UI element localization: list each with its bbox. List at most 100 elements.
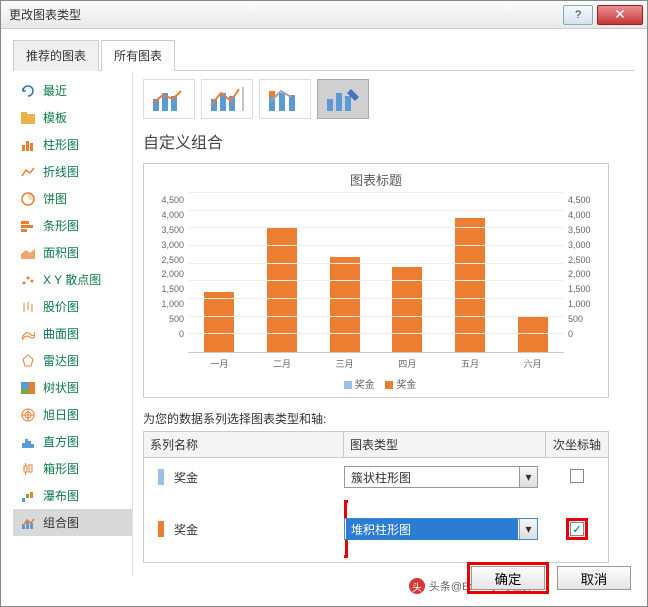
sidebar-item-radar[interactable]: 雷达图 xyxy=(13,347,132,374)
chart-bar xyxy=(330,257,360,352)
pie-icon xyxy=(19,192,37,206)
header-secondary-axis: 次坐标轴 xyxy=(546,432,608,457)
line-icon xyxy=(19,165,37,179)
help-button[interactable]: ? xyxy=(563,5,593,25)
sidebar-item-treemap[interactable]: 树状图 xyxy=(13,374,132,401)
y-axis-left: 4,5004,0003,5003,0002,5002,0001,5001,000… xyxy=(154,193,188,353)
chart-bar xyxy=(455,218,485,352)
sidebar-item-label: 瀑布图 xyxy=(43,487,79,504)
sidebar-item-line[interactable]: 折线图 xyxy=(13,158,132,185)
dialog-window: 更改图表类型 ? ✕ 推荐的图表 所有图表 最近模板柱形图折线图饼图条形图面积图… xyxy=(0,0,648,607)
sidebar-item-label: 旭日图 xyxy=(43,406,79,423)
content-area: 推荐的图表 所有图表 最近模板柱形图折线图饼图条形图面积图 X Y 散点图股价图曲… xyxy=(1,29,647,606)
header-chart-type: 图表类型 xyxy=(344,432,546,457)
main-panel: 自定义组合 图表标题 4,5004,0003,5003,0002,5002,00… xyxy=(133,71,635,576)
sidebar-item-recent[interactable]: 最近 xyxy=(13,77,132,104)
tab-recommended[interactable]: 推荐的图表 xyxy=(13,40,99,71)
series-row: 奖金 堆积柱形图▾ xyxy=(144,496,608,562)
combo-subtype-2[interactable] xyxy=(201,79,253,119)
header-series-name: 系列名称 xyxy=(144,432,344,457)
sidebar-item-bar[interactable]: 条形图 xyxy=(13,212,132,239)
recent-icon xyxy=(19,84,37,98)
window-controls: ? ✕ xyxy=(563,5,647,25)
scatter-icon xyxy=(19,273,37,287)
sidebar-item-label: 组合图 xyxy=(43,514,79,531)
sidebar-item-label: 树状图 xyxy=(43,379,79,396)
legend-swatch-1 xyxy=(344,381,352,389)
x-axis-labels: 一月二月三月四月五月六月 xyxy=(188,357,564,370)
series-color-swatch xyxy=(158,521,164,537)
area-icon xyxy=(19,246,37,260)
chart-type-highlight: 堆积柱形图▾ xyxy=(344,500,538,558)
section-title: 自定义组合 xyxy=(143,129,625,153)
series-table: 系列名称 图表类型 次坐标轴 奖金 簇状柱形图▾ 奖金 堆积柱形图▾ xyxy=(143,431,609,563)
series-name: 奖金 xyxy=(174,469,344,486)
sidebar-item-area[interactable]: 面积图 xyxy=(13,239,132,266)
sidebar-item-stock[interactable]: 股价图 xyxy=(13,293,132,320)
sidebar-item-histogram[interactable]: 直方图 xyxy=(13,428,132,455)
y-axis-right: 4,5004,0003,5003,0002,5002,0001,5001,000… xyxy=(564,193,598,353)
combo-subtype-3[interactable] xyxy=(259,79,311,119)
sidebar-item-label: 最近 xyxy=(43,82,67,99)
surface-icon xyxy=(19,327,37,341)
sidebar-item-box[interactable]: 箱形图 xyxy=(13,455,132,482)
sidebar-item-label: 直方图 xyxy=(43,433,79,450)
dialog-body: 最近模板柱形图折线图饼图条形图面积图 X Y 散点图股价图曲面图雷达图树状图旭日图… xyxy=(13,71,635,576)
ok-button[interactable]: 确定 xyxy=(471,566,545,590)
combo-subtype-row xyxy=(143,79,625,119)
tab-all-charts[interactable]: 所有图表 xyxy=(101,40,175,71)
sidebar-item-label: 柱形图 xyxy=(43,136,79,153)
secondary-axis-checkbox[interactable] xyxy=(570,522,584,536)
sidebar-item-waterfall[interactable]: 瀑布图 xyxy=(13,482,132,509)
ok-highlight: 确定 xyxy=(467,562,549,594)
chart-area: 4,5004,0003,5003,0002,5002,0001,5001,000… xyxy=(154,193,598,353)
box-icon xyxy=(19,462,37,476)
template-icon xyxy=(19,111,37,125)
sidebar-item-pie[interactable]: 饼图 xyxy=(13,185,132,212)
sidebar-item-sunburst[interactable]: 旭日图 xyxy=(13,401,132,428)
sidebar-item-label: 雷达图 xyxy=(43,352,79,369)
sidebar-item-label: 折线图 xyxy=(43,163,79,180)
tab-bar: 推荐的图表 所有图表 xyxy=(13,39,635,71)
chevron-down-icon[interactable]: ▾ xyxy=(519,519,537,539)
sidebar-item-combo[interactable]: 组合图 xyxy=(13,509,132,536)
chevron-down-icon[interactable]: ▾ xyxy=(519,467,537,487)
secondary-axis-checkbox[interactable] xyxy=(570,469,584,483)
sidebar-item-column[interactable]: 柱形图 xyxy=(13,131,132,158)
dropdown-text: 堆积柱形图 xyxy=(346,519,518,540)
dialog-footer: 确定 取消 xyxy=(467,562,631,594)
legend-label-1: 奖金 xyxy=(355,380,375,391)
sidebar-item-label: 面积图 xyxy=(43,244,79,261)
waterfall-icon xyxy=(19,489,37,503)
combo-subtype-custom[interactable] xyxy=(317,79,369,119)
sidebar-item-scatter[interactable]: X Y 散点图 xyxy=(13,266,132,293)
sidebar-item-label: 饼图 xyxy=(43,190,67,207)
sidebar-item-label: 模板 xyxy=(43,109,67,126)
series-table-header: 系列名称 图表类型 次坐标轴 xyxy=(144,432,608,458)
window-title: 更改图表类型 xyxy=(9,6,563,23)
chart-title: 图表标题 xyxy=(154,170,598,189)
sidebar-item-template[interactable]: 模板 xyxy=(13,104,132,131)
series-row: 奖金 簇状柱形图▾ xyxy=(144,458,608,496)
chart-type-dropdown[interactable]: 堆积柱形图▾ xyxy=(344,518,538,540)
chart-type-dropdown[interactable]: 簇状柱形图▾ xyxy=(344,466,538,488)
sidebar-item-surface[interactable]: 曲面图 xyxy=(13,320,132,347)
titlebar: 更改图表类型 ? ✕ xyxy=(1,1,647,29)
bar-icon xyxy=(19,219,37,233)
combo-subtype-1[interactable] xyxy=(143,79,195,119)
watermark-icon: 头 xyxy=(409,578,425,594)
close-button[interactable]: ✕ xyxy=(597,5,643,25)
dropdown-text: 簇状柱形图 xyxy=(345,469,519,486)
chart-bar xyxy=(204,292,234,352)
stock-icon xyxy=(19,300,37,314)
cancel-button[interactable]: 取消 xyxy=(557,566,631,590)
sidebar-item-label: 箱形图 xyxy=(43,460,79,477)
plot-area xyxy=(188,193,564,353)
chart-preview: 图表标题 4,5004,0003,5003,0002,5002,0001,500… xyxy=(143,163,609,398)
secondary-axis-highlight xyxy=(566,518,588,540)
radar-icon xyxy=(19,354,37,368)
sunburst-icon xyxy=(19,408,37,422)
column-icon xyxy=(19,138,37,152)
sidebar-item-label: 股价图 xyxy=(43,298,79,315)
chart-legend: 奖金 奖金 xyxy=(154,376,598,391)
